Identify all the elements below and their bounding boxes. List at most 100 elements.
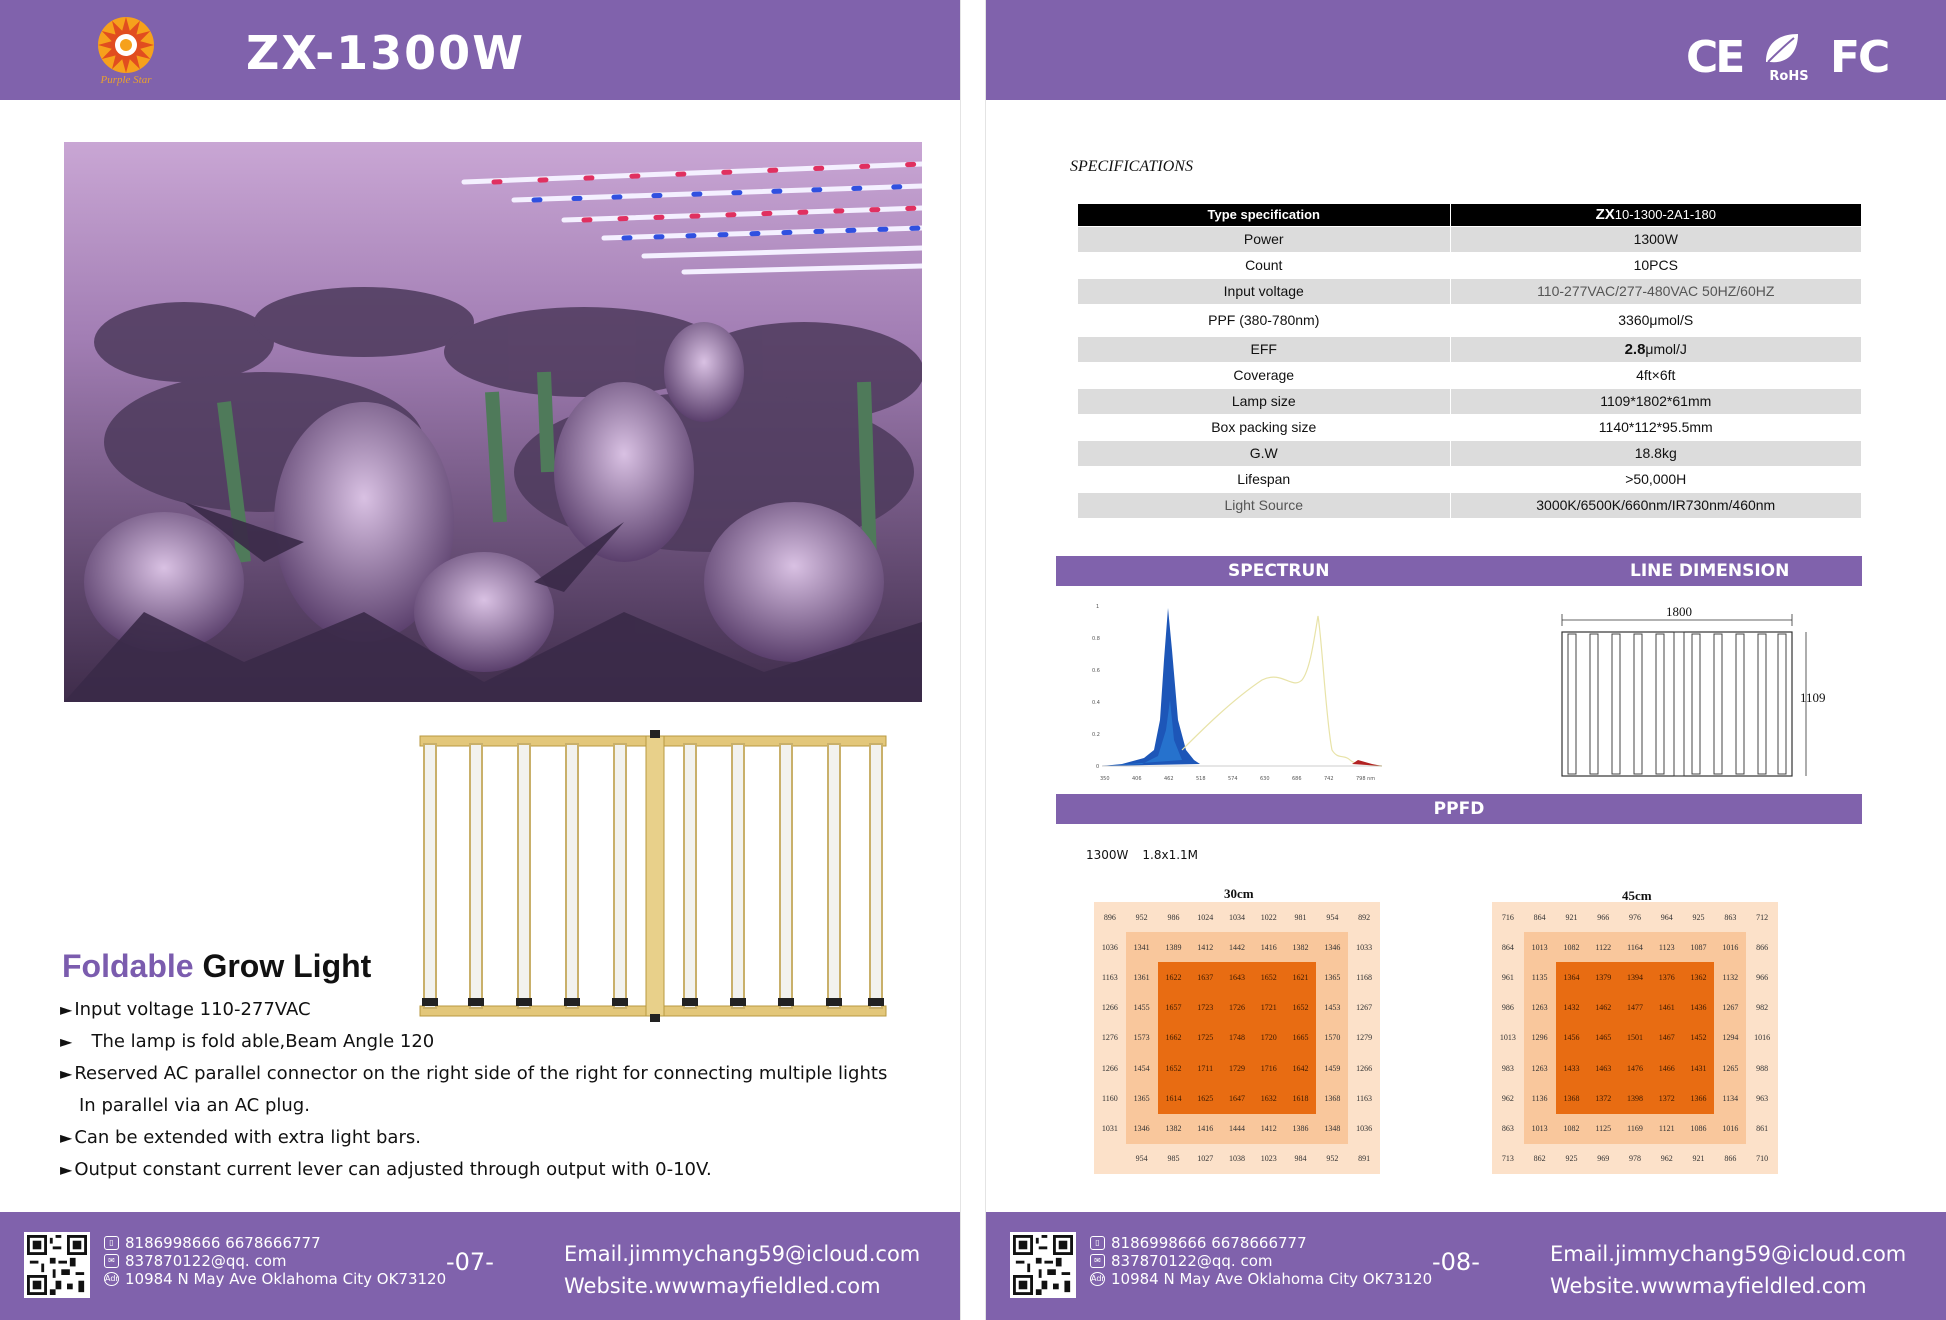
ppfd-cell: 1346 (1316, 932, 1349, 963)
ppfd-cell: 1432 (1555, 992, 1588, 1023)
fixture-outline (1561, 614, 1807, 777)
ppfd-cell: 1121 (1650, 1113, 1683, 1144)
feature-item: ► Input voltage 110-277VAC (60, 999, 311, 1020)
ppfd-cell: 952 (1135, 912, 1148, 922)
ppfd-cell: 1748 (1221, 1022, 1253, 1054)
ppfd-cell: 1433 (1555, 1053, 1588, 1084)
ppfd-cell: 863 (1501, 1124, 1514, 1134)
ppfd-cell: 896 (1103, 912, 1116, 922)
ppfd-cell: 1082 (1555, 932, 1588, 963)
email-short[interactable]: 837870122@qq. com (125, 1252, 287, 1270)
ppfd-grid-30cm: 896 952 986 1024 1034 1022 981 954 892 1036 1341 13… (1094, 902, 1380, 1174)
email-short[interactable]: 837870122@qq. com (1111, 1252, 1273, 1270)
email-link[interactable]: Email.jimmychang59@icloud.com (564, 1238, 920, 1270)
ppfd-cell: 921 (1565, 912, 1578, 922)
ppfd-cell: 1416 (1189, 1113, 1222, 1144)
ppfd-cell: 1716 (1252, 1053, 1285, 1084)
contact-block: ▯ 8186998666 6678666777 ✉ 837870122@qq. co… (104, 1234, 446, 1288)
x-tick: 406 (1132, 776, 1142, 782)
ppfd-grid-title-30cm: 30cm (1224, 886, 1254, 901)
ppfd-cell: 712 (1756, 912, 1769, 922)
ppfd-cell: 1570 (1316, 1022, 1349, 1054)
ppfd-cell: 1642 (1284, 1053, 1317, 1084)
ppfd-cell: 1477 (1619, 992, 1651, 1023)
feature-list: ► Input voltage 110-277VAC ► The lamp is … (60, 998, 920, 1182)
phone-numbers: 8186998666 6678666777 (125, 1234, 321, 1252)
ppfd-cell: 925 (1692, 912, 1705, 922)
ppfd-cell: 963 (1756, 1093, 1769, 1103)
ppfd-cell: 1013 (1523, 1113, 1556, 1144)
ppfd-cell: 1362 (1682, 962, 1715, 993)
ppfd-cell: 1163 (1356, 1093, 1372, 1103)
ppfd-cell: 1296 (1523, 1022, 1556, 1054)
ppfd-cell: 1467 (1650, 1022, 1683, 1054)
ppfd-cell: 969 (1597, 1154, 1610, 1164)
page-number: -07- (446, 1248, 494, 1276)
spectrum-plot: 1 0.8 0.6 0.4 0.2 0 350 406 462 518 574 … (1092, 604, 1383, 782)
ppfd-cell: 1364 (1555, 962, 1588, 993)
ppfd-cell: 1016 (1754, 1033, 1771, 1043)
ppfd-cell: 1652 (1284, 992, 1317, 1023)
ppfd-cell: 1031 (1101, 1124, 1118, 1134)
ppfd-cell: 1416 (1252, 932, 1285, 963)
spec-heading: SPECIFICATIONS (1070, 158, 1193, 175)
ppfd-cell: 1573 (1125, 1022, 1158, 1054)
ppfd-cell: 1038 (1228, 1154, 1245, 1164)
ppfd-cell: 1267 (1714, 992, 1747, 1023)
ppfd-cell: 1361 (1125, 962, 1158, 993)
ppfd-cell: 1501 (1619, 1022, 1651, 1054)
ppfd-cell: 925 (1565, 1154, 1578, 1164)
ppfd-cell: 1622 (1157, 962, 1190, 993)
ppfd-cell: 986 (1167, 912, 1180, 922)
ppfd-cell: 1625 (1189, 1083, 1222, 1114)
ppfd-cell: 1024 (1197, 912, 1214, 922)
spec-header-key: Type specification (1078, 204, 1451, 227)
ppfd-cell: 1034 (1228, 912, 1245, 922)
qr-code-icon (24, 1232, 90, 1298)
ppfd-cell: 1082 (1555, 1113, 1588, 1144)
feature-item: ► Reserved AC parallel connector on the r… (60, 1063, 888, 1084)
ppfd-cell: 1266 (1101, 1003, 1118, 1013)
x-tick: 350 (1100, 776, 1110, 782)
ppfd-cell: 1436 (1682, 992, 1715, 1023)
ppfd-cell: 1431 (1682, 1053, 1715, 1084)
ppfd-cell: 1614 (1157, 1083, 1190, 1114)
ppfd-cell: 1665 (1284, 1022, 1317, 1054)
ppfd-cell: 1382 (1157, 1113, 1190, 1144)
ppfd-cell: 986 (1501, 1003, 1514, 1013)
ppfd-cell: 716 (1501, 912, 1514, 922)
ppfd-cell: 1394 (1619, 962, 1651, 993)
ppfd-cell: 863 (1724, 912, 1737, 922)
ppfd-power: 1300W (1086, 848, 1129, 862)
ppfd-cell: 1267 (1356, 1003, 1373, 1013)
spec-row: Lamp size 1109*1802*61mm (1078, 388, 1862, 415)
section-bar-spectrum-dimension: SPECTRUN LINE DIMENSION (1056, 556, 1862, 586)
ppfd-cell: 1122 (1587, 932, 1620, 963)
ppfd-cell: 1647 (1221, 1083, 1253, 1114)
brochure-page-07: Purple Star ZX-1300W Foldable Grow Light… (0, 0, 960, 1320)
email-link[interactable]: Email.jimmychang59@icloud.com (1550, 1238, 1906, 1270)
dimension-label: LINE DIMENSION (1630, 561, 1790, 581)
spec-row: Count 10PCS (1078, 252, 1862, 279)
feature-heading: Foldable Grow Light (62, 948, 371, 985)
feature-heading-rest: Grow Light (202, 948, 372, 984)
website-link[interactable]: Website.wwwmayfieldled.com (564, 1270, 920, 1302)
ppfd-cell (1094, 1144, 1126, 1174)
x-tick: 630 (1260, 776, 1270, 782)
ppfd-cell: 1123 (1650, 932, 1683, 963)
ppfd-cell: 1125 (1587, 1113, 1620, 1144)
ppfd-cell: 1723 (1189, 992, 1222, 1023)
ppfd-cell: 981 (1294, 912, 1307, 922)
spec-table: Type specification ZX10-1300-2A1-180 Pow… (1078, 204, 1862, 519)
x-tick: 686 (1292, 776, 1302, 782)
ppfd-cell: 1453 (1316, 992, 1349, 1023)
website-link[interactable]: Website.wwwmayfieldled.com (1550, 1270, 1906, 1302)
ppfd-cell: 1027 (1197, 1154, 1214, 1164)
ppfd-cell: 1621 (1284, 962, 1317, 993)
phone-numbers: 8186998666 6678666777 (1111, 1234, 1307, 1252)
ppfd-cell: 1033 (1356, 942, 1373, 952)
spec-row: Light Source 3000K/6500K/660nm/IR730nm/46… (1078, 492, 1862, 519)
ppfd-cell: 1466 (1650, 1053, 1683, 1084)
ppfd-cell: 1444 (1221, 1113, 1253, 1144)
page-title: ZX-1300W (246, 26, 525, 80)
